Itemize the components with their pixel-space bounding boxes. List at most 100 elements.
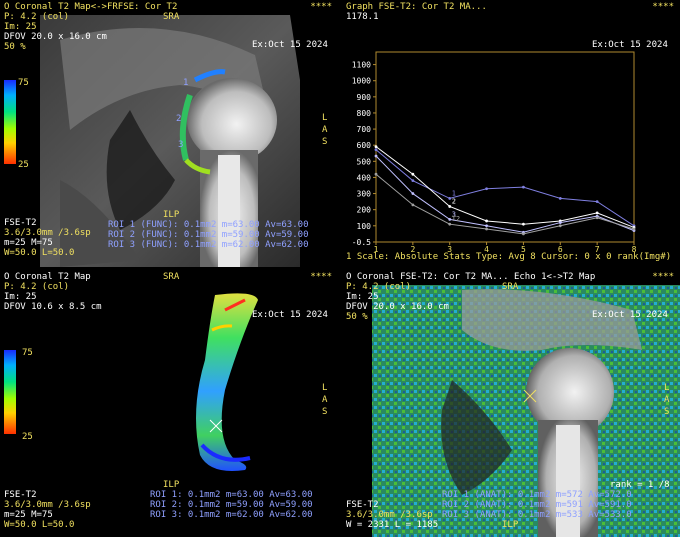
orientation-a: A (322, 125, 328, 135)
data-point (411, 172, 415, 176)
orientation-ilp: ILP (163, 210, 180, 220)
signal-decay-chart[interactable]: -0.5 100 200 300 400 500 600 700 800 900 1000 1100 1… (342, 0, 680, 267)
data-point (522, 232, 525, 236)
image-number: Im: 25 (4, 22, 37, 32)
p-position: P: 4.2 (col) (4, 282, 70, 292)
data-point (595, 211, 599, 215)
data-point (558, 224, 562, 228)
viewport-stars: **** (652, 272, 674, 282)
window-level: W=50.0 L=50.0 (4, 248, 75, 258)
orientation-a: A (322, 395, 328, 405)
viewport-top-right-graph[interactable]: Graph FSE-T2: Cor T2 MA... **** 1178.1 E… (342, 0, 680, 267)
y-tick-label: 800 (357, 109, 372, 118)
image-number: Im: 25 (346, 292, 379, 302)
exam-date: Ex:Oct 15 2024 (252, 40, 328, 50)
exam-date: Ex:Oct 15 2024 (252, 310, 328, 320)
p-position: P: 4.2 (col) (4, 12, 70, 22)
orientation-ilp: ILP (163, 480, 180, 490)
orientation-sra: SRA (163, 272, 180, 282)
orientation-sra: SRA (163, 12, 180, 22)
roi-stat-2: ROI 2 (FUNC): 0.1mm2 m=59.00 Av=59.00 (108, 230, 309, 240)
min-max-values: m=25 M=75 (4, 238, 53, 248)
data-point (485, 224, 488, 228)
rank-indicator: rank = 1 /8 (610, 480, 670, 490)
roi-marker-2[interactable]: 3 (178, 140, 183, 150)
series-label: 2 (452, 197, 456, 205)
viewport-stars: **** (310, 2, 332, 12)
color-scale-max: 75 (22, 348, 33, 358)
color-scale-min: 25 (22, 432, 33, 442)
min-max-values: m=25 M=75 (4, 510, 53, 520)
y-tick-label: 700 (357, 125, 372, 134)
roi-stat-3: ROI 3 (ANAT): 0.1mm2 m=533 Av=533.0 (442, 510, 632, 520)
data-point (411, 192, 415, 195)
p-position: P: 4.2 (col) (346, 282, 412, 292)
sequence-name: FSE-T2 (4, 218, 37, 228)
y-tick-label: 500 (357, 157, 372, 166)
roi-stat-1: ROI 1 (FUNC): 0.1mm2 m=63.00 Av=63.00 (108, 220, 309, 230)
data-point (485, 187, 488, 191)
roi-stat-2: ROI 2: 0.1mm2 m=59.00 Av=59.00 (150, 500, 313, 510)
color-scale-max: 75 (18, 78, 29, 88)
roi-stat-2: ROI 2 (ANAT): 0.1mm2 m=591 Av=591.0 (442, 500, 632, 510)
y-tick-label: -0.5 (352, 238, 371, 247)
data-point (374, 148, 378, 152)
exam-date: Ex:Oct 15 2024 (592, 310, 668, 320)
series-line-1 (375, 149, 635, 227)
orientation-s: S (322, 407, 328, 417)
data-point (448, 196, 452, 200)
sequence-name: FSE-T2 (4, 490, 37, 500)
series-line-3 (375, 155, 635, 233)
data-point (522, 185, 525, 189)
series-label: T2 (452, 215, 460, 223)
color-scale-bar (4, 80, 16, 164)
data-point (632, 227, 636, 231)
orientation-l: L (322, 383, 328, 393)
data-point (411, 203, 415, 207)
zoom-level: 50 % (346, 312, 368, 322)
viewport-bottom-right[interactable]: O Coronal FSE-T2: Cor T2 MA... Echo 1<->… (342, 270, 680, 537)
y-tick-label: 1000 (352, 77, 371, 86)
series-line-2 (375, 146, 635, 228)
y-tick-label: 100 (357, 222, 372, 231)
roi-marker-3[interactable]: 1 (183, 78, 188, 88)
orientation-s: S (322, 137, 328, 147)
data-point (558, 196, 562, 200)
y-tick-label: 300 (357, 190, 372, 199)
roi-stat-1: ROI 1: 0.1mm2 m=63.00 Av=63.00 (150, 490, 313, 500)
viewport-stars: **** (310, 272, 332, 282)
window-level: W = 2331 L = 1185 (346, 520, 439, 530)
data-point (374, 145, 378, 149)
data-point (448, 205, 452, 208)
zoom-level: 50 % (4, 42, 26, 52)
dfov: DFOV 10.6 x 8.5 cm (4, 302, 102, 312)
data-point (485, 219, 488, 223)
roi-stat-3: ROI 3 (FUNC): 0.1mm2 m=62.00 Av=62.00 (108, 240, 309, 250)
roi-marker-1[interactable]: 2 (176, 114, 181, 124)
sequence-name: FSE-T2 (346, 500, 379, 510)
roi-stat-1: ROI 1 (ANAT): 0.1mm2 m=572 Av=572.0 (442, 490, 632, 500)
y-tick-label: 900 (357, 93, 372, 102)
dfov: DFOV 20.0 x 16.0 cm (4, 32, 107, 42)
data-point (374, 172, 378, 176)
image-number: Im: 25 (4, 292, 37, 302)
roi-stat-3: ROI 3: 0.1mm2 m=62.00 Av=62.00 (150, 510, 313, 520)
viewport-title: O Coronal T2 Map (4, 272, 91, 282)
orientation-sra: SRA (502, 282, 519, 292)
orientation-l: L (664, 383, 670, 393)
window-level: W=50.0 L=50.0 (4, 520, 75, 530)
orientation-ilp: ILP (502, 520, 519, 530)
viewport-top-left[interactable]: O Coronal T2 Map<->FRFSE: Cor T2 **** P:… (0, 0, 338, 267)
viewport-title: O Coronal FSE-T2: Cor T2 MA... Echo 1<->… (346, 272, 596, 282)
viewport-title: O Coronal T2 Map<->FRFSE: Cor T2 (4, 2, 178, 12)
y-tick-label: 200 (357, 206, 372, 215)
data-point (485, 227, 488, 231)
viewport-bottom-left[interactable]: O Coronal T2 Map SRA **** P: 4.2 (col) I… (0, 270, 338, 537)
y-tick-label: 1100 (352, 61, 371, 70)
color-scale-bar (4, 350, 16, 434)
series-label: 1 (452, 189, 456, 197)
data-point (411, 179, 415, 183)
data-point (448, 217, 452, 221)
data-point (558, 221, 562, 224)
orientation-l: L (322, 113, 328, 123)
